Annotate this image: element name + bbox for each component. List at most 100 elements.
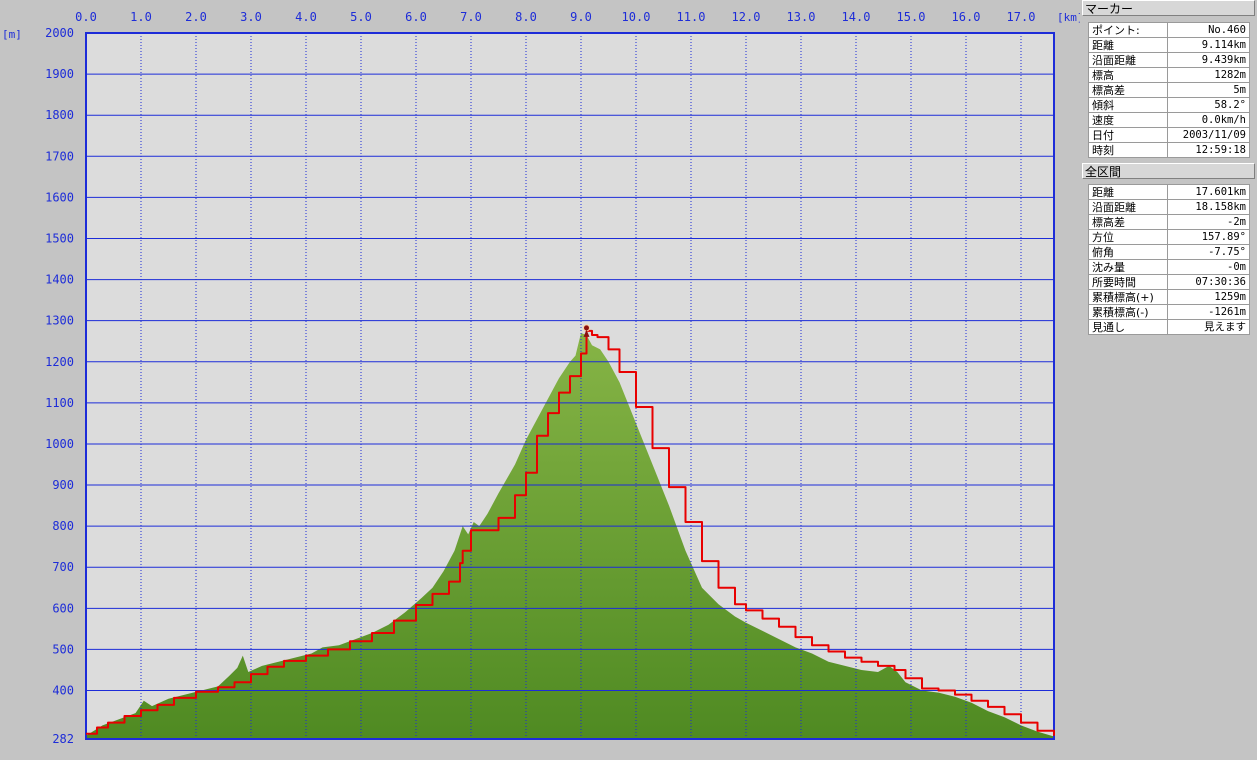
info-row: 距離 9.114km: [1088, 37, 1250, 53]
x-tick-label: 5.0: [350, 10, 372, 24]
info-value: 157.89°: [1167, 229, 1250, 245]
info-row: 沈み量 -0m: [1088, 259, 1250, 275]
x-tick-label: 9.0: [570, 10, 592, 24]
info-key: 俯角: [1088, 244, 1168, 260]
info-key: 速度: [1088, 112, 1168, 128]
info-value: -2m: [1167, 214, 1250, 230]
info-value: No.460: [1167, 22, 1250, 38]
info-row: 俯角 -7.75°: [1088, 244, 1250, 260]
x-tick-label: 1.0: [130, 10, 152, 24]
x-tick-label: 7.0: [460, 10, 482, 24]
x-tick-label: 11.0: [677, 10, 706, 24]
info-value: 18.158km: [1167, 199, 1250, 215]
x-tick-label: 0.0: [75, 10, 97, 24]
info-key: 沿面距離: [1088, 199, 1168, 215]
info-row: 方位 157.89°: [1088, 229, 1250, 245]
x-tick-label: 2.0: [185, 10, 207, 24]
info-row: 時刻 12:59:18: [1088, 142, 1250, 158]
y-tick-label: 1000: [45, 437, 74, 451]
y-tick-label: 1700: [45, 149, 74, 163]
y-tick-label: 400: [52, 684, 74, 698]
info-key: 累積標高(-): [1088, 304, 1168, 320]
info-key: 標高差: [1088, 82, 1168, 98]
marker-info-table: ポイント: No.460 距離 9.114km 沿面距離 9.439km 標高 1282m 標高…: [1088, 22, 1250, 158]
y-tick-label: 2000: [45, 26, 74, 40]
info-key: 距離: [1088, 184, 1168, 200]
y-tick-label: 1400: [45, 273, 74, 287]
x-tick-label: 4.0: [295, 10, 317, 24]
total-info-table: 距離 17.601km 沿面距離 18.158km 標高差 -2m 方位 157.89° 俯角 -…: [1088, 184, 1250, 335]
x-unit-label: [km]: [1057, 11, 1080, 24]
info-key: 方位: [1088, 229, 1168, 245]
y-unit-label: [m]: [2, 28, 22, 41]
info-row: 速度 0.0km/h: [1088, 112, 1250, 128]
x-tick-label: 15.0: [897, 10, 926, 24]
info-value: -7.75°: [1167, 244, 1250, 260]
info-value: -0m: [1167, 259, 1250, 275]
info-key: 傾斜: [1088, 97, 1168, 113]
info-value: 2003/11/09: [1167, 127, 1250, 143]
y-tick-label: 1100: [45, 396, 74, 410]
info-row: 沿面距離 9.439km: [1088, 52, 1250, 68]
info-value: 07:30:36: [1167, 274, 1250, 290]
x-tick-label: 17.0: [1007, 10, 1036, 24]
y-tick-label: 800: [52, 519, 74, 533]
info-value: 12:59:18: [1167, 142, 1250, 158]
info-row: 所要時間 07:30:36: [1088, 274, 1250, 290]
info-key: 時刻: [1088, 142, 1168, 158]
info-value: 9.114km: [1167, 37, 1250, 53]
info-row: 距離 17.601km: [1088, 184, 1250, 200]
y-tick-label: 1600: [45, 190, 74, 204]
info-value: 1259m: [1167, 289, 1250, 305]
info-key: 沈み量: [1088, 259, 1168, 275]
info-row: 標高差 -2m: [1088, 214, 1250, 230]
y-tick-label: 282: [52, 732, 74, 746]
x-tick-label: 8.0: [515, 10, 537, 24]
info-value: 見えます: [1167, 319, 1250, 335]
info-value: -1261m: [1167, 304, 1250, 320]
info-key: 累積標高(+): [1088, 289, 1168, 305]
info-row: 累積標高(+) 1259m: [1088, 289, 1250, 305]
y-tick-label: 1500: [45, 231, 74, 245]
y-tick-label: 1900: [45, 67, 74, 81]
total-panel-header: 全区間: [1082, 163, 1255, 179]
elevation-profile-chart[interactable]: 0.0 1.0 2.0 3.0 4.0 5.0 6.0 7.0 8.0 9.0 10.0 11.0 12…: [0, 0, 1080, 760]
y-tick-label: 1800: [45, 108, 74, 122]
marker-panel-header: マーカー: [1082, 0, 1255, 16]
info-row: 傾斜 58.2°: [1088, 97, 1250, 113]
chart-svg: 0.0 1.0 2.0 3.0 4.0 5.0 6.0 7.0 8.0 9.0 10.0 11.0 12…: [2, 10, 1080, 746]
info-side-panel: マーカー ポイント: No.460 距離 9.114km 沿面距離 9.439km 標高 12…: [1082, 0, 1257, 760]
y-tick-label: 1200: [45, 355, 74, 369]
y-tick-label: 700: [52, 560, 74, 574]
info-row: 沿面距離 18.158km: [1088, 199, 1250, 215]
info-row: 見通し 見えます: [1088, 319, 1250, 335]
info-value: 58.2°: [1167, 97, 1250, 113]
x-tick-label: 16.0: [952, 10, 981, 24]
x-tick-label: 6.0: [405, 10, 427, 24]
x-tick-label: 3.0: [240, 10, 262, 24]
info-key: 所要時間: [1088, 274, 1168, 290]
y-tick-label: 1300: [45, 314, 74, 328]
y-tick-label: 500: [52, 642, 74, 656]
y-tick-label: 600: [52, 601, 74, 615]
info-row: 標高 1282m: [1088, 67, 1250, 83]
x-tick-label: 13.0: [787, 10, 816, 24]
info-row: 標高差 5m: [1088, 82, 1250, 98]
info-value: 0.0km/h: [1167, 112, 1250, 128]
y-tick-label: 900: [52, 478, 74, 492]
info-row: 累積標高(-) -1261m: [1088, 304, 1250, 320]
info-key: 沿面距離: [1088, 52, 1168, 68]
info-row: 日付 2003/11/09: [1088, 127, 1250, 143]
info-value: 1282m: [1167, 67, 1250, 83]
info-value: 9.439km: [1167, 52, 1250, 68]
x-tick-label: 12.0: [732, 10, 761, 24]
x-tick-label: 10.0: [622, 10, 651, 24]
info-key: 距離: [1088, 37, 1168, 53]
info-key: 日付: [1088, 127, 1168, 143]
x-tick-label: 14.0: [842, 10, 871, 24]
info-key: 標高: [1088, 67, 1168, 83]
info-key: ポイント:: [1088, 22, 1168, 38]
info-key: 標高差: [1088, 214, 1168, 230]
info-key: 見通し: [1088, 319, 1168, 335]
info-value: 5m: [1167, 82, 1250, 98]
